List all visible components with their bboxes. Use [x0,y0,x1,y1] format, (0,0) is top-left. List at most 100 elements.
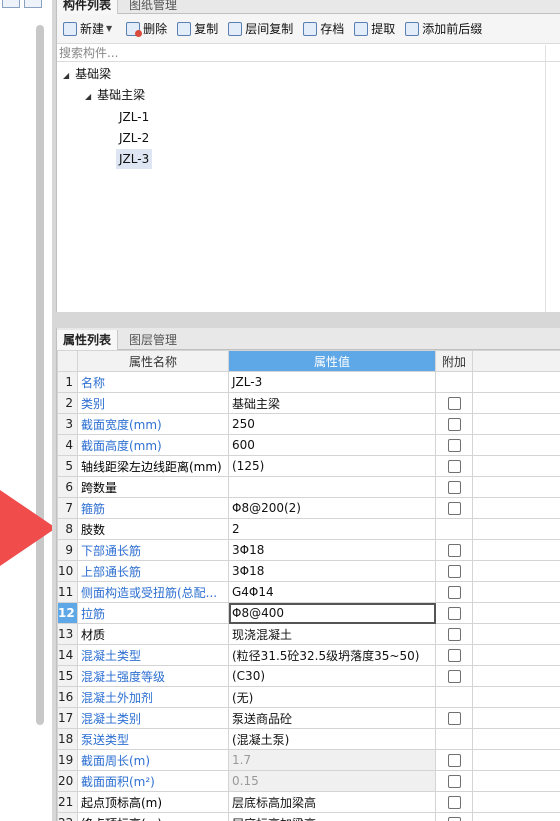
extract-button[interactable]: 提取 [354,20,395,37]
row-number[interactable]: 13 [57,623,78,645]
row-number[interactable]: 16 [57,686,78,708]
property-value[interactable]: 600 [228,434,436,456]
row-number[interactable]: 5 [57,455,78,477]
property-row[interactable]: 19 截面周长(m) 1.7 [57,749,560,771]
tab-component-list[interactable]: 构件列表 [57,0,119,14]
property-value[interactable]: 250 [228,413,436,435]
floor-copy-button[interactable]: 层间复制 [228,20,293,37]
tree-leaf-jzl-1[interactable]: JZL-1 [119,107,149,127]
extra-checkbox[interactable] [447,754,461,767]
tab-drawing-management[interactable]: 图纸管理 [123,0,183,14]
property-row[interactable]: 11 侧面构造或受扭筋(总配... G4Φ14 [57,581,560,603]
tab-layer-management[interactable]: 图层管理 [123,330,183,350]
row-number[interactable]: 19 [57,749,78,771]
extra-checkbox[interactable] [447,628,461,641]
extra-checkbox[interactable] [447,544,461,557]
row-number[interactable]: 11 [57,581,78,603]
row-number[interactable]: 8 [57,518,78,540]
extra-checkbox[interactable] [447,586,461,599]
property-row[interactable]: 21 起点顶标高(m) 层底标高加梁高 [57,791,560,813]
row-number[interactable]: 3 [57,413,78,435]
property-row[interactable]: 18 泵送类型 (混凝土泵) [57,728,560,750]
property-row[interactable]: 1 名称 JZL-3 [57,371,560,393]
search-input[interactable]: 搜索构件... [57,44,560,62]
property-value[interactable] [228,476,436,498]
property-value[interactable]: (无) [228,686,436,708]
property-row[interactable]: 8 肢数 2 [57,518,560,540]
row-number[interactable]: 22 [57,812,78,821]
tree-node-foundation-beam[interactable]: ◢ 基础梁 [63,64,111,84]
tree-leaf-jzl-3[interactable]: JZL-3 [116,149,153,169]
property-row[interactable]: 22终点顶标高(m)层底标高加梁高 [57,812,560,821]
extra-checkbox[interactable] [447,397,461,410]
property-value[interactable]: 层底标高加梁高 [228,791,436,813]
horizontal-splitter[interactable] [56,312,560,328]
extra-checkbox[interactable] [447,775,461,788]
property-row[interactable]: 10 上部通长筋 3Φ18 [57,560,560,582]
property-value[interactable]: Φ8@400 [228,602,436,624]
row-number[interactable]: 14 [57,644,78,666]
row-number[interactable]: 7 [57,497,78,519]
copy-button[interactable]: 复制 [177,20,218,37]
property-value[interactable]: 2 [228,518,436,540]
property-row[interactable]: 4 截面高度(mm) 600 [57,434,560,456]
extra-checkbox[interactable] [447,670,461,683]
property-value[interactable]: (粒径31.5砼32.5级坍落度35~50) [228,644,436,666]
extra-checkbox[interactable] [447,481,461,494]
delete-button[interactable]: 删除 [126,20,167,37]
row-number[interactable]: 1 [57,371,78,393]
property-row[interactable]: 6 跨数量 [57,476,560,498]
extra-checkbox[interactable] [447,418,461,431]
property-row[interactable]: 13 材质 现浇混凝土 [57,623,560,645]
new-button[interactable]: 新建 ▼ [63,20,116,37]
row-number[interactable]: 18 [57,728,78,750]
expand-triangle-icon[interactable]: ◢ [85,92,91,101]
property-row[interactable]: 9 下部通长筋 3Φ18 [57,539,560,561]
expand-triangle-icon[interactable]: ◢ [63,71,69,80]
property-value[interactable]: 0.15 [228,770,436,792]
extra-checkbox[interactable] [447,460,461,473]
property-value[interactable]: (125) [228,455,436,477]
extra-checkbox[interactable] [447,502,461,515]
extra-checkbox[interactable] [447,565,461,578]
property-row[interactable]: 17 混凝土类别 泵送商品砼 [57,707,560,729]
row-number[interactable]: 10 [57,560,78,582]
extra-checkbox[interactable] [447,796,461,809]
expand-button[interactable] [24,0,42,8]
row-number[interactable]: 2 [57,392,78,414]
property-value[interactable]: (混凝土泵) [228,728,436,750]
property-row[interactable]: 15 混凝土强度等级 (C30) [57,665,560,687]
row-number[interactable]: 21 [57,791,78,813]
property-row[interactable]: 14 混凝土类型 (粒径31.5砼32.5级坍落度35~50) [57,644,560,666]
chevron-down-icon[interactable]: ▼ [106,24,112,33]
property-row[interactable]: 3 截面宽度(mm) 250 [57,413,560,435]
left-scrollbar[interactable] [36,25,44,725]
row-number[interactable]: 20 [57,770,78,792]
extra-checkbox[interactable] [447,712,461,725]
row-number[interactable]: 4 [57,434,78,456]
collapse-button[interactable] [2,0,20,8]
row-number[interactable]: 17 [57,707,78,729]
extra-checkbox[interactable] [447,817,461,821]
tree-node-foundation-main-beam[interactable]: ◢ 基础主梁 [85,85,145,105]
property-value[interactable]: JZL-3 [228,371,436,393]
property-value[interactable]: 泵送商品砼 [228,707,436,729]
property-row[interactable]: 20 截面面积(m²) 0.15 [57,770,560,792]
row-number[interactable]: 9 [57,539,78,561]
property-value[interactable]: 基础主梁 [228,392,436,414]
property-value[interactable]: Φ8@200(2) [228,497,436,519]
row-number[interactable]: 15 [57,665,78,687]
add-prefix-button[interactable]: 添加前后缀 [405,20,482,37]
property-row[interactable]: 16 混凝土外加剂 (无) [57,686,560,708]
property-row[interactable]: 12 拉筋 Φ8@400 [57,602,560,624]
extra-checkbox[interactable] [447,607,461,620]
row-number[interactable]: 6 [57,476,78,498]
row-number[interactable]: 12 [57,602,78,624]
property-value[interactable]: 3Φ18 [228,560,436,582]
extra-checkbox[interactable] [447,439,461,452]
property-row[interactable]: 5 轴线距梁左边线距离(mm) (125) [57,455,560,477]
extra-checkbox[interactable] [447,649,461,662]
property-value[interactable]: 1.7 [228,749,436,771]
save-button[interactable]: 存档 [303,20,344,37]
tab-property-list[interactable]: 属性列表 [57,330,119,350]
